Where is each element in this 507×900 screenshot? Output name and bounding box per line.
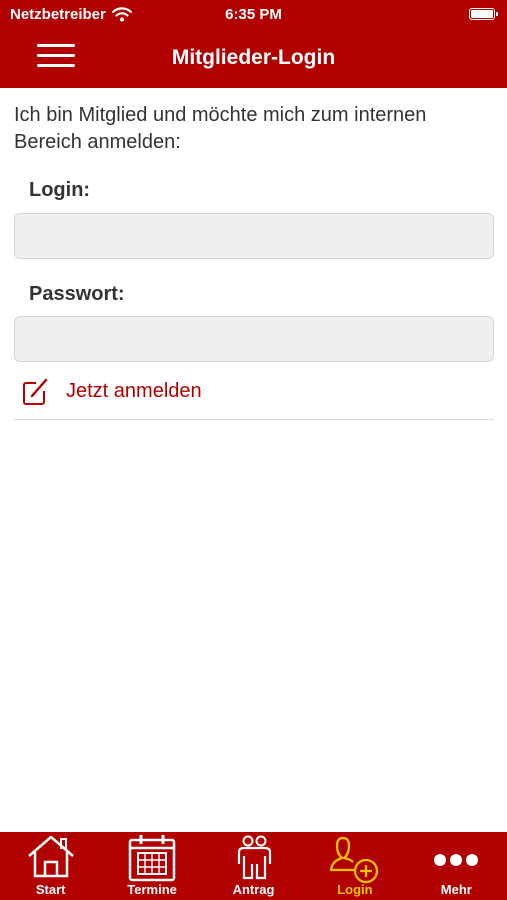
tab-label: Mehr — [440, 882, 472, 897]
tab-mehr[interactable]: Mehr — [406, 832, 507, 900]
page-title: Mitglieder-Login — [171, 46, 336, 69]
tab-label: Start — [35, 882, 66, 897]
people-icon — [237, 835, 271, 880]
edit-icon — [23, 378, 48, 405]
tab-login[interactable]: Login — [304, 832, 405, 900]
app-header: Netzbetreiber 6:35 PM Mitglieder-Login — [0, 0, 507, 88]
clock: 6:35 PM — [225, 6, 282, 23]
password-label: Passwort: — [29, 283, 125, 305]
tab-antrag[interactable]: Antrag — [203, 832, 304, 900]
tab-label: Termine — [127, 882, 177, 897]
home-icon — [27, 835, 74, 878]
intro-text: Ich bin Mitglied und möchte mich zum int… — [14, 104, 427, 153]
login-submit-button[interactable]: Jetzt anmelden — [22, 374, 202, 408]
password-input[interactable] — [14, 316, 494, 362]
divider — [14, 419, 494, 420]
user-add-icon — [329, 836, 379, 884]
tab-label: Login — [337, 882, 373, 897]
login-label: Login: — [29, 179, 91, 201]
submit-label: Jetzt anmelden — [66, 379, 202, 402]
tab-termine[interactable]: Termine — [101, 832, 202, 900]
battery-icon — [469, 8, 498, 20]
login-input[interactable] — [14, 213, 494, 259]
tab-label: Antrag — [232, 882, 275, 897]
more-dots-icon — [434, 854, 479, 866]
calendar-icon — [128, 835, 176, 882]
status-bar: Netzbetreiber 6:35 PM — [0, 0, 507, 30]
tab-start[interactable]: Start — [0, 832, 101, 900]
bottom-tab-bar: Start Termine Antrag Login Mehr — [0, 832, 507, 900]
